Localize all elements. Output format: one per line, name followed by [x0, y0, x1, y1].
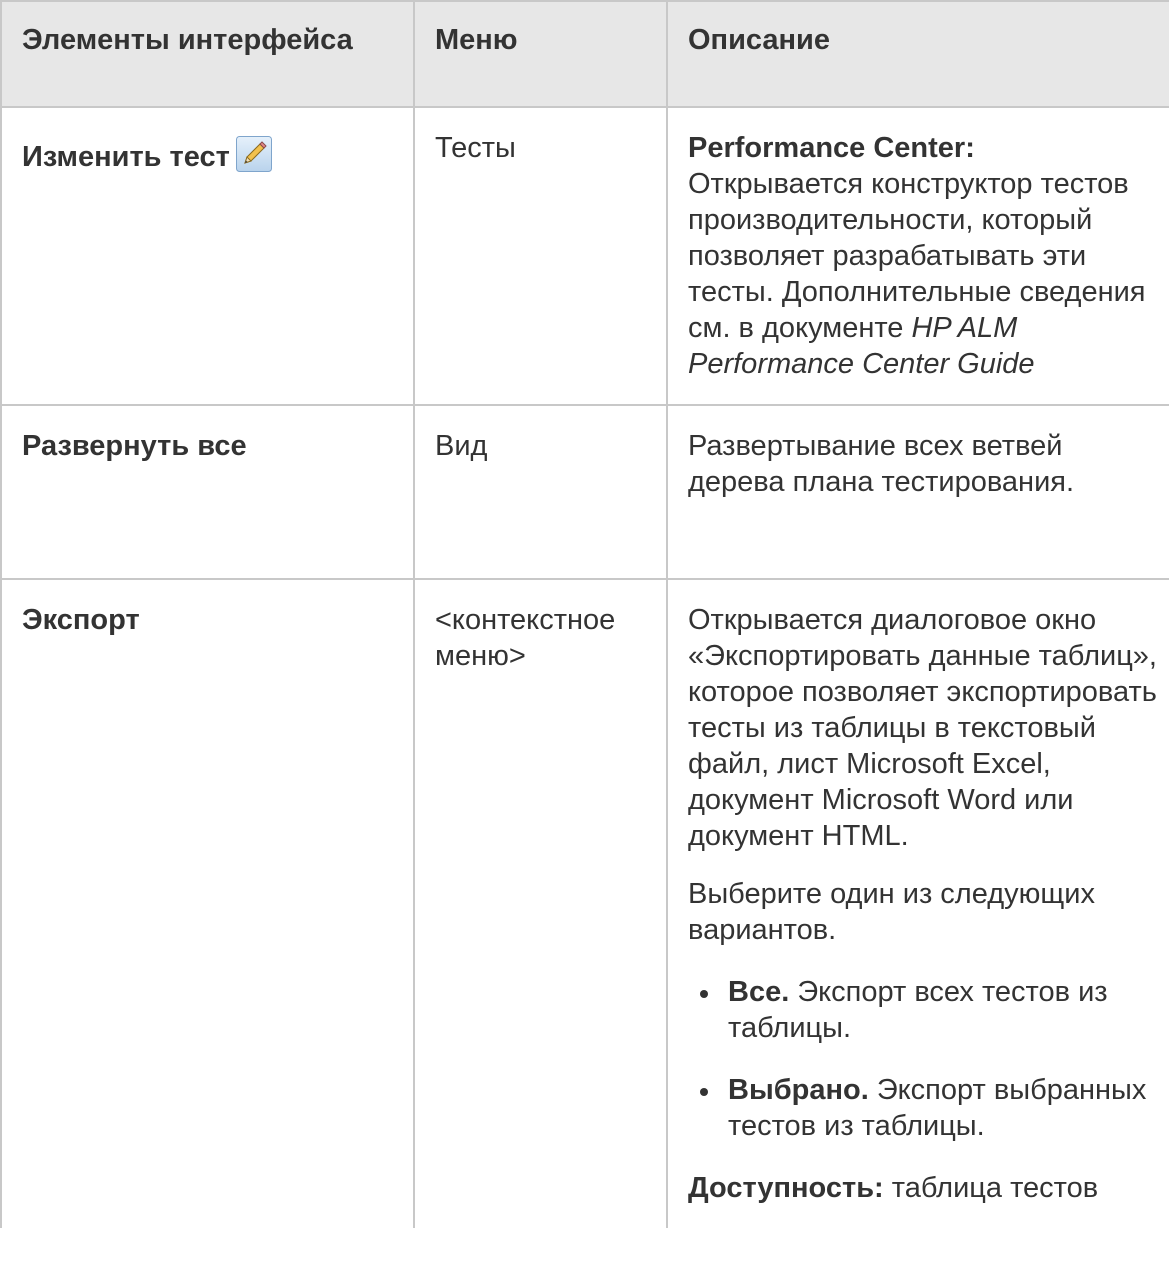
availability-text: таблица тестов [883, 1172, 1099, 1204]
list-item: Все. Экспорт всех тестов из таблицы. [688, 974, 1158, 1046]
menu-cell: Вид [413, 404, 668, 580]
availability-label: Доступность: [688, 1172, 884, 1204]
list-item: Выбрано. Экспорт выбранных тестов из таб… [688, 1072, 1158, 1144]
element-name: Изменить тест [22, 141, 230, 173]
desc-paragraph: Открывается диалоговое окно «Экспортиров… [688, 604, 1157, 852]
header-ui-elements: Элементы интерфейса [0, 0, 415, 108]
option-label: Все. [728, 976, 790, 1008]
table-row: Экспорт <контекстное меню> Открывается д… [0, 578, 1169, 1228]
availability-paragraph: Доступность: таблица тестов [688, 1170, 1158, 1206]
element-cell: Изменить тест [0, 106, 415, 406]
element-cell: Развернуть все [0, 404, 415, 580]
description-cell: Performance Center: Открывается конструкт… [666, 106, 1169, 406]
table-header-row: Элементы интерфейса Меню Описание [0, 0, 1169, 108]
options-list: Все. Экспорт всех тестов из таблицы. Выб… [688, 974, 1158, 1144]
table-row: Развернуть все Вид Развертывание всех ве… [0, 404, 1169, 580]
description-cell: Развертывание всех ветвей дерева плана т… [666, 404, 1169, 580]
ui-elements-table: Элементы интерфейса Меню Описание Измени… [0, 0, 1169, 1228]
pencil-icon [235, 136, 272, 172]
header-description: Описание [666, 0, 1169, 108]
desc-product-label: Performance Center: [688, 132, 975, 164]
menu-cell: <контекстное меню> [413, 578, 668, 1228]
element-cell: Экспорт [0, 578, 415, 1228]
description-cell: Открывается диалоговое окно «Экспортиров… [666, 578, 1169, 1228]
table-row: Изменить тест Тесты Performance Center: О… [0, 106, 1169, 406]
desc-paragraph: Выберите один из следующих вариантов. [688, 878, 1095, 946]
menu-cell: Тесты [413, 106, 668, 406]
option-label: Выбрано. [728, 1074, 869, 1106]
header-menu: Меню [413, 0, 668, 108]
